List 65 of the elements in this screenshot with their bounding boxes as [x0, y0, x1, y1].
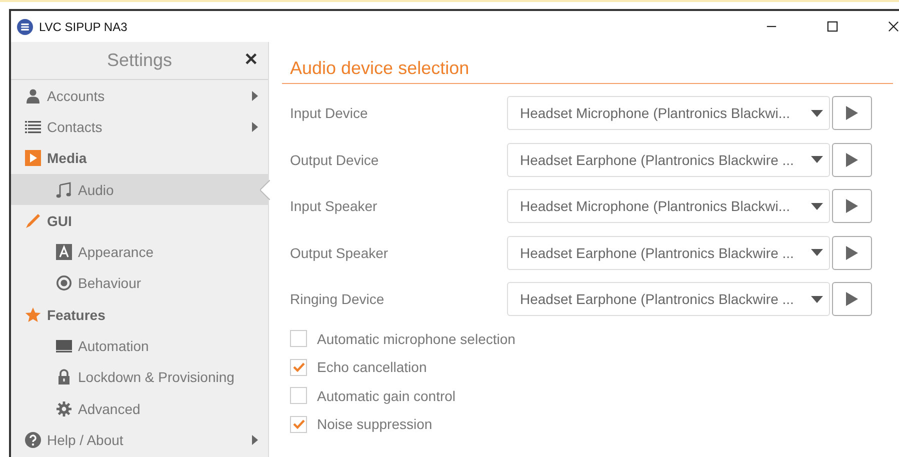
- device-dropdown[interactable]: Headset Earphone (Plantronics Blackwire ...: [507, 282, 830, 316]
- device-dropdown[interactable]: Headset Earphone (Plantronics Blackwire ...: [507, 142, 830, 177]
- checkbox[interactable]: [290, 387, 307, 404]
- option-label: Automatic microphone selection: [317, 330, 516, 347]
- device-label: Output Speaker: [289, 244, 390, 261]
- sidebar-item[interactable]: Behaviour: [11, 268, 268, 300]
- sidebar-item[interactable]: Audio: [11, 174, 268, 206]
- device-label: Input Speaker: [289, 198, 378, 214]
- device-label: Output Device: [289, 152, 380, 168]
- maximize-icon[interactable]: [827, 21, 838, 32]
- sidebar-item[interactable]: Automation: [11, 330, 268, 362]
- close-icon[interactable]: [888, 21, 899, 32]
- pencil-icon: [25, 212, 41, 229]
- play-button[interactable]: [832, 282, 872, 316]
- play-icon: [846, 246, 858, 260]
- play-button[interactable]: [832, 236, 872, 270]
- sidebar-item[interactable]: Appearance: [11, 236, 268, 268]
- sidebar-close-button[interactable]: ✕: [242, 49, 260, 70]
- gear-icon: [56, 400, 72, 417]
- sidebar-title: Settings: [106, 50, 172, 71]
- window-title: LVC SIPUP NA3: [39, 20, 128, 34]
- selection-pointer-icon: [260, 180, 270, 200]
- play-icon: [846, 199, 858, 214]
- sidebar-item[interactable]: Advanced: [11, 392, 268, 424]
- checkbox[interactable]: [290, 330, 307, 348]
- lock-icon: [56, 369, 72, 386]
- dropdown-caret-icon: [811, 202, 823, 210]
- list-icon: [25, 118, 41, 135]
- sidebar-item[interactable]: Lockdown & Provisioning: [11, 362, 268, 393]
- option-label: Noise suppression: [317, 416, 432, 432]
- sidebar-item[interactable]: Features: [11, 299, 268, 330]
- sidebar-item[interactable]: Accounts: [11, 80, 268, 112]
- letter-icon: [56, 244, 72, 260]
- device-dropdown[interactable]: Headset Earphone (Plantronics Blackwire ...: [507, 236, 830, 270]
- device-label: Ringing Device: [289, 291, 386, 308]
- sidebar-item[interactable]: GUI: [11, 205, 268, 236]
- play-icon: [846, 152, 858, 167]
- dropdown-caret-icon: [811, 156, 823, 164]
- note-icon: [56, 182, 72, 198]
- radio-icon: [56, 275, 72, 292]
- option-label: Automatic gain control: [317, 388, 456, 404]
- person-icon: [25, 88, 41, 104]
- sidebar-item[interactable]: Contacts: [11, 111, 268, 143]
- app-logo-icon: [17, 18, 33, 34]
- device-dropdown[interactable]: Headset Microphone (Plantronics Blackwi...: [507, 189, 830, 224]
- checkbox[interactable]: [290, 416, 307, 433]
- play-icon: [846, 292, 858, 306]
- device-label: Input Device: [289, 105, 369, 122]
- dropdown-caret-icon: [811, 296, 823, 303]
- sidebar-item[interactable]: Help / About: [11, 424, 268, 456]
- play-button[interactable]: [832, 96, 872, 130]
- play-button[interactable]: [832, 189, 872, 224]
- sidebar-item[interactable]: Media: [11, 142, 268, 174]
- device-dropdown[interactable]: Headset Microphone (Plantronics Blackwi...: [507, 96, 830, 130]
- star-icon: [25, 306, 41, 323]
- dropdown-caret-icon: [811, 110, 823, 117]
- help-icon: [25, 432, 41, 448]
- play-icon: [25, 150, 41, 166]
- dropdown-caret-icon: [811, 249, 823, 256]
- monitor-icon: [56, 338, 72, 354]
- checkbox[interactable]: [290, 358, 307, 376]
- play-icon: [846, 106, 858, 120]
- section-heading: Audio device selection: [282, 58, 893, 84]
- play-button[interactable]: [832, 142, 872, 177]
- option-label: Echo cancellation: [317, 359, 427, 376]
